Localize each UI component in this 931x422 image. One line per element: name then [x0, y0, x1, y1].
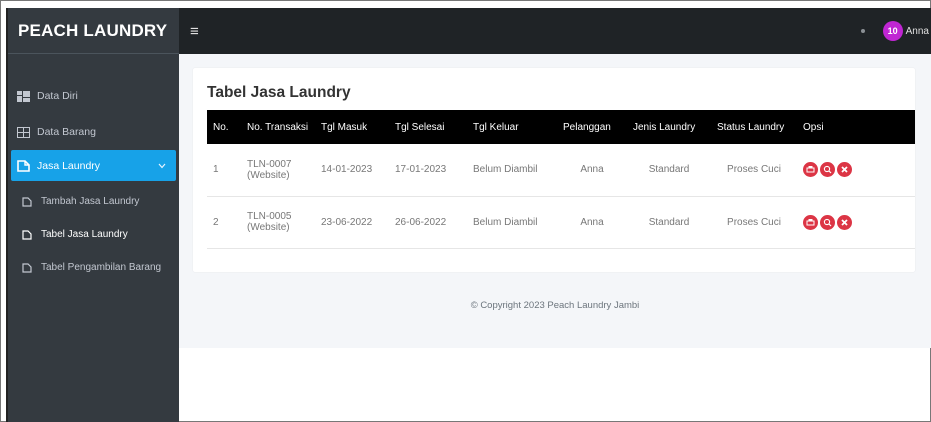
top-navbar: ≡ 10 Anna: [179, 8, 931, 54]
sidebar-submenu: Tambah Jasa Laundry Tabel Jasa Laundry T…: [8, 185, 179, 284]
sidebar-nav: Data Diri Data Barang Jasa Laundry Tamba…: [8, 78, 179, 284]
sidebar-subitem-tabel-pengambilan[interactable]: Tabel Pengambilan Barang: [8, 251, 179, 284]
sidebar-item-data-barang[interactable]: Data Barang: [8, 114, 179, 150]
cell-status: Proses Cuci: [711, 196, 797, 249]
sidebar-subitem-tambah-jasa[interactable]: Tambah Jasa Laundry: [8, 185, 179, 218]
sidebar-item-label: Jasa Laundry: [37, 159, 101, 172]
main-content: Tabel Jasa Laundry No. No. Transaksi Tgl…: [179, 54, 931, 348]
grid-icon: [16, 126, 30, 138]
row-actions: [803, 214, 909, 230]
document-icon: [16, 159, 30, 172]
cell-transaksi: TLN-0005 (Website): [241, 196, 315, 249]
delete-button[interactable]: [837, 214, 852, 230]
column-header: Status Laundry: [717, 121, 785, 133]
transaksi-id: TLN-0005: [247, 211, 292, 222]
transaksi-id: TLN-0007: [247, 158, 292, 170]
user-menu: 10 Anna: [860, 21, 931, 41]
table-row: 1 TLN-0007 (Website) 14-01-2023 17-01-20…: [207, 144, 915, 197]
sidebar-item-label: Data Barang: [37, 126, 96, 138]
avatar[interactable]: 10: [882, 21, 903, 41]
laundry-table: No. No. Transaksi Tgl Masuk Tgl Selesai …: [207, 110, 915, 249]
page-title: Tabel Jasa Laundry: [207, 84, 351, 101]
column-header: Tgl Keluar: [473, 121, 519, 133]
footer-copyright: © Copyright 2023 Peach Laundry Jambi: [470, 300, 640, 311]
cell-status: Proses Cuci: [711, 144, 797, 197]
cell-tgl-keluar: Belum Diambil: [467, 144, 557, 197]
document-icon: [20, 229, 34, 241]
print-icon: [806, 218, 815, 225]
column-header: Tgl Masuk: [321, 121, 368, 133]
cell-tgl-masuk: 23-06-2022: [315, 196, 389, 249]
cell-jenis: Standard: [627, 196, 711, 249]
column-header: Tgl Selesai: [395, 121, 445, 133]
print-icon: [806, 166, 815, 173]
brand-logo[interactable]: PEACH LAUNDRY: [8, 8, 179, 54]
close-icon: [841, 218, 848, 226]
cell-tgl-selesai: 17-01-2023: [389, 144, 467, 197]
sidebar-item-jasa-laundry[interactable]: Jasa Laundry: [11, 150, 176, 181]
sidebar-subitem-tabel-jasa[interactable]: Tabel Jasa Laundry: [8, 218, 179, 251]
cell-opsi: [797, 196, 915, 249]
view-button[interactable]: [820, 214, 835, 230]
sidebar-item-label: Tabel Jasa Laundry: [41, 229, 128, 240]
view-button[interactable]: [820, 162, 835, 178]
search-icon: [823, 166, 832, 174]
cell-pelanggan: Anna: [557, 144, 627, 197]
search-icon: [823, 218, 832, 226]
cell-tgl-selesai: 26-06-2022: [389, 196, 467, 249]
cell-jenis: Standard: [627, 144, 711, 197]
document-icon: [20, 196, 34, 208]
close-icon: [841, 166, 848, 173]
cell-pelanggan: Anna: [557, 196, 627, 249]
column-header: Jenis Laundry: [633, 121, 696, 133]
sidebar-item-data-diri[interactable]: Data Diri: [8, 78, 179, 114]
chevron-down-icon[interactable]: [158, 161, 166, 171]
menu-toggle-icon[interactable]: ≡: [190, 24, 199, 39]
cell-transaksi: TLN-0007 (Website): [241, 144, 315, 197]
cell-no: 2: [207, 196, 241, 249]
status-dot-icon: [860, 29, 865, 33]
sidebar-item-label: Tabel Pengambilan Barang: [41, 262, 162, 273]
sidebar: PEACH LAUNDRY Data Diri Data Barang Jasa…: [6, 8, 179, 422]
column-header: Opsi: [803, 121, 824, 133]
user-name[interactable]: Anna: [906, 26, 929, 37]
column-header: No.: [213, 121, 229, 133]
print-button[interactable]: [803, 214, 818, 230]
sidebar-item-label: Data Diri: [37, 90, 78, 102]
transaksi-source: (Website): [247, 222, 290, 233]
delete-button[interactable]: [837, 162, 852, 178]
column-header: No. Transaksi: [247, 121, 309, 133]
cell-tgl-keluar: Belum Diambil: [467, 196, 557, 249]
sidebar-item-label: Tambah Jasa Laundry: [41, 196, 140, 207]
cell-no: 1: [207, 144, 241, 197]
table-card: Tabel Jasa Laundry No. No. Transaksi Tgl…: [193, 68, 915, 272]
table-row: 2 TLN-0005 (Website) 23-06-2022 26-06-20…: [207, 196, 915, 249]
cell-opsi: [797, 144, 915, 197]
dashboard-icon: [16, 90, 30, 102]
column-header: Pelanggan: [563, 121, 611, 133]
transaksi-source: (Website): [247, 169, 290, 181]
table-header-row: No. No. Transaksi Tgl Masuk Tgl Selesai …: [207, 110, 915, 144]
row-actions: [803, 162, 909, 178]
cell-tgl-masuk: 14-01-2023: [315, 144, 389, 197]
document-icon: [20, 262, 34, 274]
print-button[interactable]: [803, 162, 818, 178]
